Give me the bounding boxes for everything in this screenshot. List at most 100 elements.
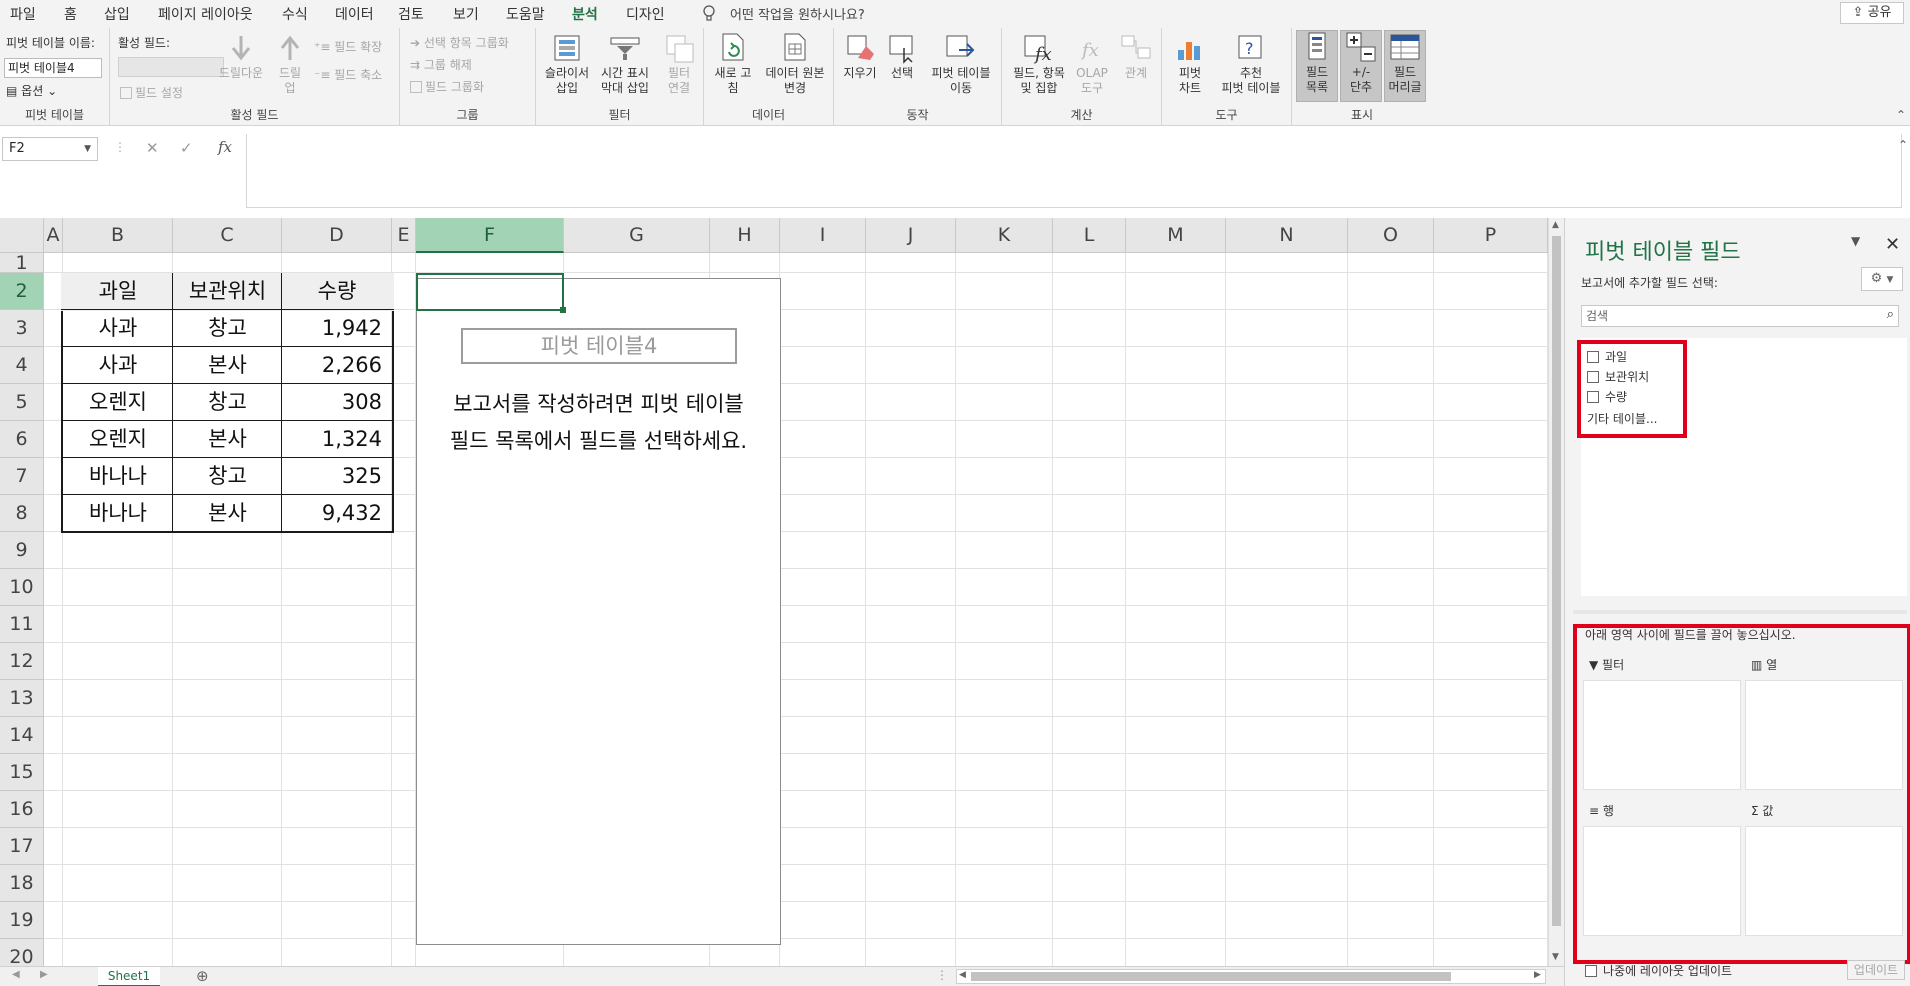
column-header-i[interactable]: I — [780, 218, 866, 253]
table-cell[interactable]: 1,324 — [282, 421, 392, 457]
table-header-cell[interactable]: 보관위치 — [173, 273, 282, 309]
refresh-button[interactable]: 새로 고 침 — [710, 32, 756, 96]
name-box-dropdown-icon[interactable]: ▼ — [84, 138, 91, 160]
collapse-formula-bar-icon[interactable]: ⌃ — [1898, 138, 1908, 152]
menu-analyze[interactable]: 분석 — [572, 4, 598, 30]
fields-items-sets-button[interactable]: fx 필드, 항목 및 집합 — [1010, 32, 1068, 96]
row-header-4[interactable]: 4 — [0, 347, 44, 384]
field-search-input[interactable]: 검색 ⌕ — [1581, 305, 1899, 327]
worksheet-grid[interactable]: ABCDEFGHIJKLMNOP 1 2 3 4 5 6 7 8 9 10 11 12 13 14 15 16… — [0, 218, 1548, 966]
row-header-16[interactable]: 16 — [0, 791, 44, 828]
recommended-pivot-button[interactable]: ? 추천 피벗 테이블 — [1214, 32, 1288, 96]
table-cell[interactable]: 사과 — [63, 310, 173, 346]
next-sheet-icon[interactable]: ▶ — [40, 969, 48, 980]
pivot-name-input[interactable]: 피벗 테이블4 — [4, 58, 102, 78]
move-pivot-button[interactable]: 피벗 테이블 이동 — [926, 32, 996, 96]
column-header-n[interactable]: N — [1226, 218, 1348, 253]
menu-view[interactable]: 보기 — [453, 4, 479, 24]
column-header-l[interactable]: L — [1053, 218, 1126, 253]
drill-up-button[interactable]: 드릴 업 — [270, 32, 310, 96]
row-header-1[interactable]: 1 — [0, 253, 44, 273]
column-header-p[interactable]: P — [1434, 218, 1548, 253]
table-cell[interactable]: 9,432 — [282, 495, 392, 531]
tab-splitter-icon[interactable]: ⋮ — [936, 968, 948, 982]
insert-function-icon[interactable]: fx — [218, 138, 232, 156]
column-header-g[interactable]: G — [564, 218, 710, 253]
ungroup-button[interactable]: ⇉ 그룹 해제 — [410, 56, 472, 73]
cancel-icon[interactable]: ✕ — [146, 139, 159, 157]
row-header-3[interactable]: 3 — [0, 310, 44, 347]
column-header-a[interactable]: A — [44, 218, 63, 253]
row-header-12[interactable]: 12 — [0, 643, 44, 680]
tools-gear-button[interactable]: ⚙ ▼ — [1861, 267, 1903, 291]
table-cell[interactable]: 본사 — [173, 495, 282, 531]
row-header-11[interactable]: 11 — [0, 606, 44, 643]
row-header-14[interactable]: 14 — [0, 717, 44, 754]
vertical-scroll-thumb[interactable] — [1552, 236, 1561, 926]
table-cell[interactable]: 본사 — [173, 347, 282, 383]
row-header-2[interactable]: 2 — [0, 273, 44, 310]
expand-field-button[interactable]: ⁺≡ 필드 확장 — [314, 38, 382, 55]
table-cell[interactable]: 본사 — [173, 421, 282, 457]
clear-button[interactable]: 지우기 — [840, 32, 880, 81]
pivot-chart-button[interactable]: 피벗 차트 — [1170, 32, 1210, 96]
row-header-13[interactable]: 13 — [0, 680, 44, 717]
row-header-19[interactable]: 19 — [0, 902, 44, 939]
group-selection-button[interactable]: ➔ 선택 항목 그룹화 — [410, 34, 509, 51]
tell-me-search[interactable]: 어떤 작업을 원하시나요? — [730, 4, 865, 23]
row-header-8[interactable]: 8 — [0, 495, 44, 532]
menu-insert[interactable]: 삽입 — [104, 4, 130, 24]
menu-formulas[interactable]: 수식 — [282, 4, 308, 24]
pane-options-dropdown-icon[interactable]: ▼ — [1851, 234, 1860, 248]
pivot-table-placeholder[interactable] — [416, 278, 781, 945]
update-button[interactable]: 업데이트 — [1847, 960, 1905, 980]
column-header-f[interactable]: F — [416, 218, 564, 253]
row-header-6[interactable]: 6 — [0, 421, 44, 458]
row-header-18[interactable]: 18 — [0, 865, 44, 902]
table-cell[interactable]: 308 — [282, 384, 392, 420]
row-header-9[interactable]: 9 — [0, 532, 44, 569]
column-header-j[interactable]: J — [866, 218, 956, 253]
table-cell[interactable]: 325 — [282, 458, 392, 494]
table-cell[interactable]: 창고 — [173, 458, 282, 494]
menu-design[interactable]: 디자인 — [626, 4, 665, 24]
row-header-17[interactable]: 17 — [0, 828, 44, 865]
column-header-c[interactable]: C — [173, 218, 282, 253]
row-header-10[interactable]: 10 — [0, 569, 44, 606]
insert-slicer-button[interactable]: 슬라이서 삽입 — [542, 32, 592, 96]
menu-page-layout[interactable]: 페이지 레이아웃 — [158, 4, 253, 24]
row-header-5[interactable]: 5 — [0, 384, 44, 421]
fill-handle[interactable] — [560, 307, 566, 313]
horizontal-scroll-thumb[interactable] — [971, 972, 1451, 981]
table-cell[interactable]: 2,266 — [282, 347, 392, 383]
scroll-down-icon[interactable]: ▼ — [1552, 952, 1559, 962]
pane-splitter[interactable] — [1573, 610, 1907, 614]
row-header-7[interactable]: 7 — [0, 458, 44, 495]
relationships-button[interactable]: 관계 — [1116, 32, 1156, 81]
add-sheet-icon[interactable]: ⊕ — [196, 967, 209, 985]
filter-connections-button[interactable]: 필터 연결 — [658, 32, 700, 96]
row-header-15[interactable]: 15 — [0, 754, 44, 791]
horizontal-scrollbar[interactable]: ◀ ▶ — [956, 969, 1546, 984]
table-cell[interactable]: 1,942 — [282, 310, 392, 346]
plus-minus-buttons-toggle[interactable]: +/- 단추 — [1340, 30, 1382, 102]
group-field-button[interactable]: 필드 그룹화 — [410, 78, 484, 95]
column-header-b[interactable]: B — [63, 218, 173, 253]
table-cell[interactable]: 바나나 — [63, 495, 173, 531]
menu-file[interactable]: 파일 — [10, 4, 36, 24]
scroll-left-icon[interactable]: ◀ — [959, 970, 966, 980]
table-cell[interactable]: 창고 — [173, 310, 282, 346]
table-cell[interactable]: 바나나 — [63, 458, 173, 494]
options-button[interactable]: ▤ 옵션 ⌄ — [6, 84, 57, 98]
vertical-scrollbar[interactable]: ▲ ▼ — [1548, 218, 1564, 966]
column-header-m[interactable]: M — [1126, 218, 1226, 253]
column-header-h[interactable]: H — [710, 218, 780, 253]
table-cell[interactable]: 오렌지 — [63, 421, 173, 457]
pane-close-icon[interactable]: ✕ — [1885, 234, 1900, 255]
table-header-cell[interactable]: 수량 — [282, 273, 392, 309]
table-cell[interactable]: 사과 — [63, 347, 173, 383]
defer-checkbox[interactable] — [1585, 965, 1597, 977]
share-button[interactable]: ⇪ 공유 — [1840, 2, 1904, 24]
column-header-k[interactable]: K — [956, 218, 1053, 253]
field-list-toggle[interactable]: 필드 목록 — [1296, 30, 1338, 102]
